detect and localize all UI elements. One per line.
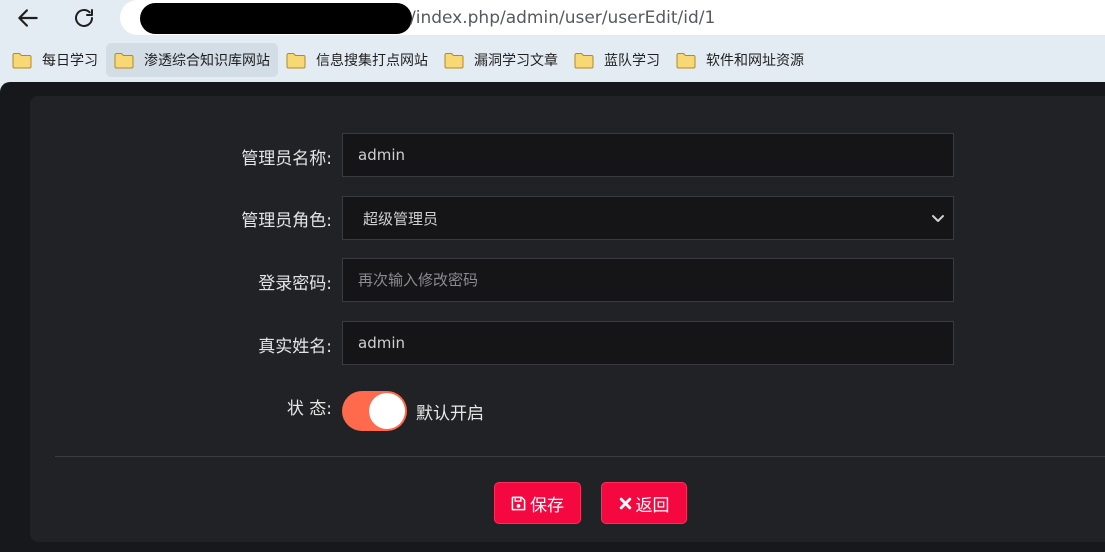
bookmark-label: 蓝队学习 <box>604 53 660 69</box>
admin-role-select[interactable]: 超级管理员 <box>342 196 954 240</box>
divider <box>55 456 1105 457</box>
bookmark-label: 信息搜集打点网站 <box>316 53 428 69</box>
browser-toolbar: /index.php/admin/user/userEdit/id/1 <box>0 0 1105 36</box>
url-text: /index.php/admin/user/userEdit/id/1 <box>410 8 716 28</box>
status-toggle-text: 默认开启 <box>416 404 484 424</box>
folder-icon <box>444 52 464 68</box>
save-button[interactable]: 保存 <box>494 482 581 524</box>
folder-icon <box>12 52 32 68</box>
toggle-knob <box>369 393 405 429</box>
admin-name-input[interactable] <box>342 133 954 177</box>
reload-icon <box>75 9 93 27</box>
redacted-domain <box>140 3 412 34</box>
admin-role-value: 超级管理员 <box>363 209 439 228</box>
folder-icon <box>676 52 696 68</box>
bookmark-folder[interactable]: 每日学习 <box>4 43 106 77</box>
bookmarks-bar: 每日学习 渗透综合知识库网站 信息搜集打点网站 漏洞学习文章 蓝队学习 软件和网… <box>0 38 1105 82</box>
address-bar[interactable]: /index.php/admin/user/userEdit/id/1 <box>120 0 1105 35</box>
bookmark-folder[interactable]: 信息搜集打点网站 <box>278 43 436 77</box>
admin-name-label: 管理员名称: <box>241 149 332 169</box>
chevron-down-icon <box>932 215 944 222</box>
password-label: 登录密码: <box>258 274 332 294</box>
x-icon <box>619 497 631 509</box>
status-toggle[interactable] <box>342 391 407 431</box>
bookmark-folder[interactable]: 蓝队学习 <box>566 43 668 77</box>
reload-button[interactable] <box>68 2 100 34</box>
bookmark-folder[interactable]: 渗透综合知识库网站 <box>106 43 278 77</box>
back-button-label: 返回 <box>635 495 670 516</box>
back-button[interactable] <box>12 2 44 34</box>
password-input[interactable] <box>342 258 954 302</box>
bookmark-folder[interactable]: 漏洞学习文章 <box>436 43 566 77</box>
bookmark-label: 渗透综合知识库网站 <box>144 53 270 69</box>
back-arrow-icon <box>18 9 38 27</box>
real-name-input[interactable] <box>342 321 954 365</box>
real-name-label: 真实姓名: <box>258 337 332 357</box>
floppy-disk-icon <box>511 496 526 510</box>
status-label: 状 态: <box>286 399 332 419</box>
bookmark-label: 每日学习 <box>42 53 98 69</box>
bookmark-label: 软件和网址资源 <box>706 53 804 69</box>
folder-icon <box>286 52 306 68</box>
folder-icon <box>114 52 134 68</box>
bookmark-folder[interactable]: 软件和网址资源 <box>668 43 812 77</box>
bookmark-label: 漏洞学习文章 <box>474 53 558 69</box>
folder-icon <box>574 52 594 68</box>
save-button-label: 保存 <box>530 495 564 516</box>
back-button-form[interactable]: 返回 <box>601 482 687 524</box>
admin-role-label: 管理员角色: <box>241 211 332 231</box>
